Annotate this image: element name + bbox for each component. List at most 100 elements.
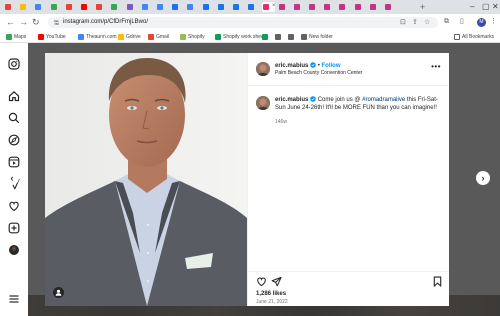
tab-close-icon[interactable]: × — [272, 3, 276, 9]
browser-tab[interactable] — [202, 2, 215, 12]
site-info-icon[interactable] — [53, 19, 60, 26]
minimize-button[interactable]: – — [470, 2, 474, 12]
more-options-icon[interactable]: ••• — [431, 63, 441, 71]
browser-tab[interactable] — [293, 2, 306, 12]
browser-tab[interactable] — [80, 2, 93, 12]
create-icon[interactable] — [8, 222, 20, 234]
browser-tab[interactable] — [34, 2, 47, 12]
bookmark-item[interactable]: Gdrive — [118, 33, 141, 41]
browser-tab[interactable] — [369, 2, 382, 12]
save-bookmark-icon[interactable] — [432, 276, 443, 287]
bookmark-label: Gmail — [156, 34, 170, 40]
like-count[interactable]: 1,286 likes — [256, 291, 286, 298]
tab-favicon-icon — [111, 4, 118, 10]
profile-avatar-icon[interactable] — [8, 244, 20, 256]
browser-tab[interactable] — [19, 2, 32, 12]
bookmark-item[interactable]: YouTube — [38, 33, 66, 41]
browser-tab[interactable] — [95, 2, 108, 12]
bookmark-item[interactable]: Theaunn.com — [78, 33, 117, 41]
post-modal: eric.mabius • Follow Palm Beach County C… — [45, 53, 449, 306]
tab-favicon-icon — [172, 4, 179, 10]
browser-tab[interactable] — [384, 2, 397, 12]
portrait-image — [45, 53, 247, 306]
browser-tab[interactable] — [4, 2, 17, 12]
post-caption: eric.mabius Come join us @ #romadramaliv… — [248, 86, 449, 256]
post-location[interactable]: Palm Beach County Convention Center — [275, 70, 362, 76]
browser-tab[interactable] — [278, 2, 291, 12]
bookmark-item[interactable] — [262, 33, 268, 41]
bookmark-label: Shopify — [188, 34, 205, 40]
tab-favicon-icon — [263, 4, 270, 10]
browser-tab[interactable] — [65, 2, 78, 12]
browser-tab[interactable] — [247, 2, 260, 12]
bookmark-item[interactable]: Shopify work sheet — [215, 33, 265, 41]
caption-username[interactable]: eric.mabius — [275, 97, 308, 103]
like-heart-icon[interactable] — [256, 276, 267, 287]
browser-tab[interactable] — [50, 2, 63, 12]
install-app-icon[interactable]: ⊡ — [400, 18, 406, 27]
browser-tab[interactable] — [323, 2, 336, 12]
bookmark-label: Gdrive — [126, 34, 141, 40]
caption-hashtag[interactable]: #romadramalive — [362, 97, 405, 103]
browser-tab[interactable] — [141, 2, 154, 12]
post-date: June 21, 2022 — [256, 299, 288, 305]
browser-tab[interactable] — [308, 2, 321, 12]
post-header: eric.mabius • Follow Palm Beach County C… — [248, 53, 449, 86]
home-icon[interactable] — [8, 90, 20, 102]
share-icon[interactable]: ⇪ — [412, 18, 418, 27]
reload-button[interactable]: ↻ — [32, 17, 40, 27]
browser-tab[interactable] — [156, 2, 169, 12]
hamburger-menu-icon[interactable] — [8, 293, 20, 305]
caption-verified-badge-icon — [310, 96, 316, 102]
caption-author-avatar[interactable] — [256, 96, 270, 110]
bookmark-item[interactable]: Maps — [6, 33, 26, 41]
tab-favicon-icon — [81, 4, 87, 10]
tagged-user-icon[interactable] — [53, 287, 64, 298]
bookmark-favicon-icon — [78, 34, 84, 40]
bookmark-item[interactable]: Shopify — [180, 33, 205, 41]
browser-tab[interactable] — [171, 2, 184, 12]
share-send-icon[interactable] — [271, 276, 282, 287]
bookmark-favicon-icon — [275, 34, 281, 40]
side-panel-icon[interactable]: ▯ — [460, 17, 464, 27]
bookmark-label: New folder — [309, 34, 333, 40]
extensions-icon[interactable]: ⧉ — [444, 17, 449, 27]
search-icon[interactable] — [8, 112, 20, 124]
address-bar[interactable]: instagram.com/p/CfDrFmjLBwo/ ⊡ ⇪ ☆ — [48, 17, 438, 28]
tab-favicon-icon — [217, 4, 224, 10]
bookmark-item[interactable] — [288, 33, 294, 41]
menu-icon[interactable]: ⋮ — [490, 17, 497, 27]
bookmark-star-icon[interactable]: ☆ — [424, 18, 430, 27]
bookmark-item[interactable] — [275, 33, 281, 41]
bookmark-item[interactable]: New folder — [301, 33, 333, 41]
browser-tab[interactable] — [110, 2, 123, 12]
new-tab-button[interactable]: + — [420, 2, 425, 12]
post-photo[interactable] — [45, 53, 247, 306]
author-avatar[interactable] — [256, 62, 270, 76]
notifications-heart-icon[interactable] — [8, 200, 20, 212]
profile-avatar[interactable]: M — [477, 18, 486, 27]
close-window-button[interactable]: ✕ — [492, 2, 499, 12]
explore-icon[interactable] — [8, 134, 20, 146]
follow-button[interactable]: Follow — [321, 63, 340, 69]
all-bookmarks[interactable]: All Bookmarks — [454, 33, 494, 41]
browser-tab[interactable] — [126, 2, 139, 12]
forward-button[interactable]: → — [19, 17, 28, 27]
author-username[interactable]: eric.mabius — [275, 63, 308, 69]
active-browser-tab[interactable]: × — [262, 2, 276, 12]
back-button[interactable]: ← — [6, 17, 15, 27]
browser-tab[interactable] — [338, 2, 351, 12]
browser-tab[interactable] — [354, 2, 367, 12]
maximize-button[interactable]: ▢ — [482, 2, 490, 12]
previous-post-button[interactable]: ‹ — [5, 171, 19, 185]
bookmark-favicon-icon — [215, 34, 221, 40]
browser-tab[interactable] — [186, 2, 199, 12]
instagram-logo-icon[interactable] — [8, 58, 20, 70]
tab-favicon-icon — [339, 4, 346, 10]
tab-strip: × + – ▢ ✕ — [0, 0, 500, 14]
bookmark-item[interactable]: Gmail — [148, 33, 169, 41]
browser-tab[interactable] — [232, 2, 245, 12]
next-post-button[interactable]: › — [476, 171, 490, 185]
browser-tab[interactable] — [217, 2, 230, 12]
reels-icon[interactable] — [8, 156, 20, 168]
